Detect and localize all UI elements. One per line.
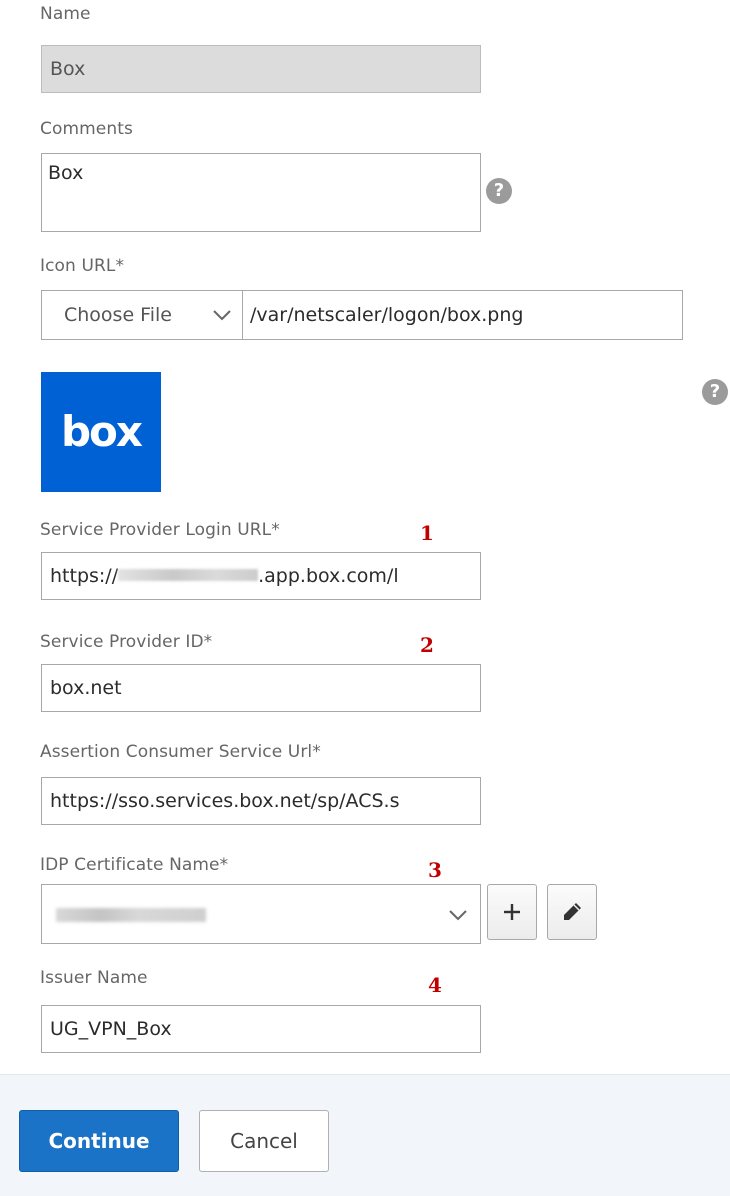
comments-label: Comments xyxy=(40,119,133,139)
idp-cert-label: IDP Certificate Name* xyxy=(40,855,229,875)
marker-4: 4 xyxy=(428,973,442,997)
cancel-button[interactable]: Cancel xyxy=(199,1110,329,1172)
sp-id-label: Service Provider ID* xyxy=(40,632,213,652)
edit-cert-button[interactable] xyxy=(547,884,597,940)
icon-path-field[interactable]: /var/netscaler/logon/box.png xyxy=(242,290,683,340)
icon-source-label: Choose File xyxy=(64,304,172,326)
issuer-label: Issuer Name xyxy=(40,968,148,988)
marker-1: 1 xyxy=(420,521,434,545)
idp-cert-select[interactable] xyxy=(41,884,481,944)
icon-url-label: Icon URL* xyxy=(40,256,125,276)
issuer-field[interactable]: UG_VPN_Box xyxy=(41,1005,481,1053)
name-label: Name xyxy=(40,4,91,24)
sp-login-url-suffix: .app.box.com/l xyxy=(258,565,399,587)
chevron-down-icon xyxy=(213,310,231,321)
comments-help-icon[interactable]: ? xyxy=(486,178,512,204)
redacted-text xyxy=(56,908,206,922)
chevron-down-icon xyxy=(449,910,467,921)
form-footer: Continue Cancel xyxy=(0,1074,730,1196)
redacted-text xyxy=(118,569,259,581)
add-cert-button[interactable] xyxy=(487,884,537,940)
icon-source-dropdown[interactable]: Choose File xyxy=(41,290,242,340)
sp-login-url-label: Service Provider Login URL* xyxy=(40,520,280,540)
pencil-icon xyxy=(564,903,581,920)
plus-icon xyxy=(504,904,520,920)
comments-textarea[interactable]: Box xyxy=(41,153,481,232)
box-logo: box xyxy=(41,372,161,492)
sp-login-url-field[interactable]: https:// .app.box.com/l xyxy=(41,552,481,600)
acs-url-label: Assertion Consumer Service Url* xyxy=(40,742,321,762)
continue-button[interactable]: Continue xyxy=(19,1110,179,1172)
sp-id-field[interactable]: box.net xyxy=(41,664,481,712)
sp-login-url-prefix: https:// xyxy=(50,565,119,587)
icon-help-icon[interactable]: ? xyxy=(702,379,728,405)
name-field[interactable]: Box xyxy=(41,45,481,93)
acs-url-field[interactable]: https://sso.services.box.net/sp/ACS.s xyxy=(41,777,481,825)
marker-2: 2 xyxy=(420,633,434,657)
marker-3: 3 xyxy=(428,858,442,882)
